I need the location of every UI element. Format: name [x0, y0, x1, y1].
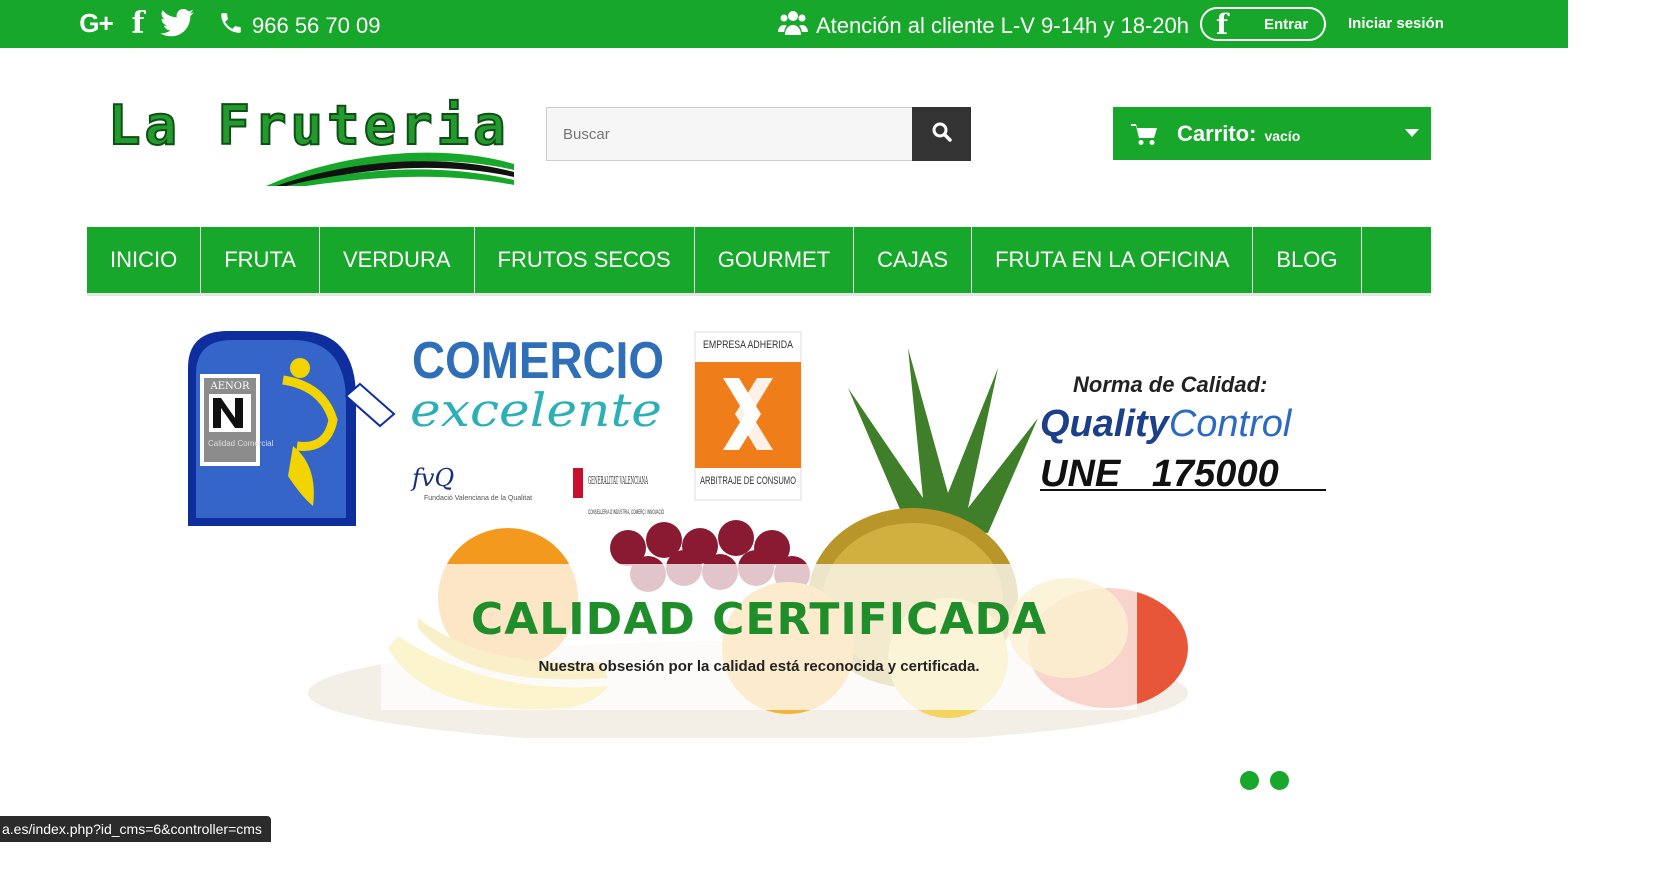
google-plus-icon[interactable]: G+ [76, 8, 116, 38]
nav-item-fruta[interactable]: FRUTA [201, 227, 320, 293]
generalitat-label: GENERALITAT VALENCIANA [588, 474, 648, 487]
cart-status: vacío [1264, 127, 1301, 144]
control-word: Control [1169, 403, 1293, 445]
cart-button[interactable]: Carrito: vacío [1113, 107, 1431, 160]
page-margin [1568, 0, 1662, 892]
cart-icon [1131, 122, 1159, 146]
facebook-icon: f [1216, 7, 1229, 41]
norma-label: Norma de Calidad: [1073, 372, 1267, 397]
facebook-login-label: Entrar [1264, 15, 1309, 33]
phone-icon [218, 10, 244, 42]
slider-pagination [1240, 771, 1289, 790]
nav-item-inicio[interactable]: INICIO [87, 227, 202, 293]
comercio-word: COMERCIO [412, 332, 664, 390]
chevron-down-icon [1405, 129, 1419, 137]
facebook-icon[interactable]: f [130, 6, 146, 41]
slider-dot-1[interactable] [1240, 771, 1259, 790]
search-button[interactable] [912, 107, 971, 161]
facebook-login-button[interactable]: f Entrar [1200, 7, 1326, 41]
svg-text:QualityControl: QualityControl [1040, 403, 1293, 445]
customer-support-hours: Atención al cliente L-V 9-14h y 18-20h [778, 9, 1189, 43]
nav-item-cajas[interactable]: CAJAS [854, 227, 973, 293]
une-code: UNE 175000 [1040, 453, 1279, 495]
nav-item-frutos-secos[interactable]: FRUTOS SECOS [475, 227, 695, 293]
empresa-adherida-label: EMPRESA ADHERIDA [703, 339, 794, 351]
generalitat-logo: GENERALITAT VALENCIANA CONSELLERIA D'IND… [573, 468, 664, 516]
banner-subtitle: Nuestra obsesión por la calidad está rec… [538, 658, 980, 675]
nav-item-blog[interactable]: BLOG [1253, 227, 1362, 293]
conselleria-label: CONSELLERIA D'INDÚSTRIA, COMERÇ I INNOVA… [588, 509, 664, 516]
main-nav: INICIO FRUTA VERDURA FRUTOS SECOS GOURME… [87, 227, 1431, 296]
aenor-logo: AENOR Calidad Comercial [188, 331, 396, 526]
top-bar: G+ f 966 56 70 09 Atención al cliente L-… [0, 0, 1568, 48]
phone-contact[interactable]: 966 56 70 09 [218, 10, 380, 42]
quality-control-logo: Norma de Calidad: QualityControl UNE 175… [1040, 372, 1326, 495]
arbitraje-consumo-logo: EMPRESA ADHERIDA ARBITRAJE DE CONSUMO [694, 331, 802, 501]
quality-word: Quality [1040, 403, 1171, 445]
arbitraje-label: ARBITRAJE DE CONSUMO [700, 475, 796, 487]
nav-item-verdura[interactable]: VERDURA [320, 227, 475, 293]
banner-headline: CALIDAD CERTIFICADA [470, 594, 1048, 645]
aenor-label: AENOR [210, 381, 250, 392]
fvq-caption: Fundació Valenciana de la Qualitat [424, 495, 532, 502]
search-input[interactable] [546, 107, 913, 161]
users-icon [778, 9, 808, 43]
nav-item-fruta-oficina[interactable]: FRUTA EN LA OFICINA [972, 227, 1254, 293]
slider-dot-2[interactable] [1270, 771, 1289, 790]
social-links: G+ f [76, 6, 194, 41]
excelente-word: excelente [410, 383, 662, 437]
banner-caption: CALIDAD CERTIFICADA Nuestra obsesión por… [381, 564, 1137, 710]
phone-number: 966 56 70 09 [252, 13, 381, 38]
site-logo[interactable]: La Fruteria [106, 92, 516, 190]
nav-item-gourmet[interactable]: GOURMET [695, 227, 855, 293]
cart-label: Carrito: [1177, 120, 1257, 146]
aenor-caption: Calidad Comercial [208, 439, 274, 448]
comercio-excelente-logo: COMERCIO excelente [410, 332, 664, 437]
twitter-icon[interactable] [160, 8, 194, 38]
fvq-label: fvQ [410, 464, 454, 492]
signin-link[interactable]: Iniciar sesión [1348, 15, 1444, 32]
logo-text: La Fruteria [108, 94, 510, 157]
support-text: Atención al cliente L-V 9-14h y 18-20h [816, 13, 1190, 38]
status-bar-url: a.es/index.php?id_cms=6&controller=cms [0, 816, 271, 842]
fvq-logo: fvQ Fundació Valenciana de la Qualitat [410, 464, 532, 502]
search-bar [546, 107, 971, 161]
search-icon [932, 122, 952, 147]
